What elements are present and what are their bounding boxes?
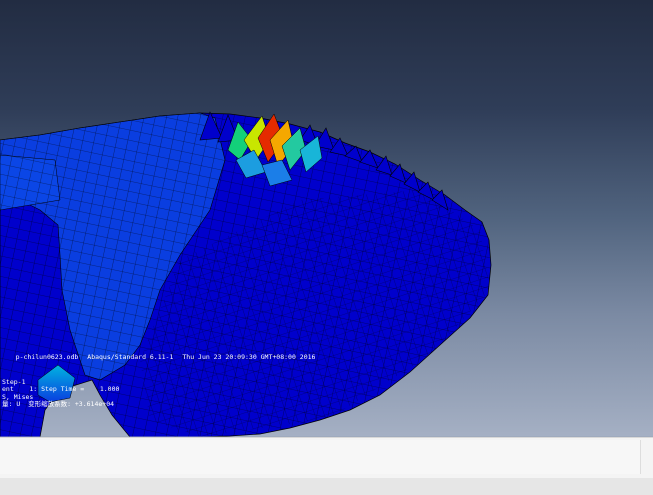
odb-file: p-chilun0623.odb <box>15 353 79 361</box>
odb-info-line: p-chilun0623.odb Abaqus/Standard 6.11-1 Th… <box>0 345 324 369</box>
deformed-var-line: 量: U 变形缩放系数: +3.614e+04 <box>2 399 115 408</box>
graphics-viewport[interactable]: p-chilun0623.odb Abaqus/Standard 6.11-1 Th… <box>0 0 653 437</box>
status-strip <box>0 478 653 495</box>
odb-solver: Abaqus/Standard 6.11-1 <box>87 353 174 361</box>
prompt-area[interactable] <box>0 440 641 474</box>
message-area <box>0 437 653 479</box>
state-block: Step-1 ent 1: Step Time = 1.000 S, Mises 量:… <box>2 378 119 408</box>
fea-mesh-plot[interactable] <box>0 0 653 437</box>
odb-date: Thu Jun 23 20:09:30 GMT+08:00 2016 <box>182 353 316 361</box>
